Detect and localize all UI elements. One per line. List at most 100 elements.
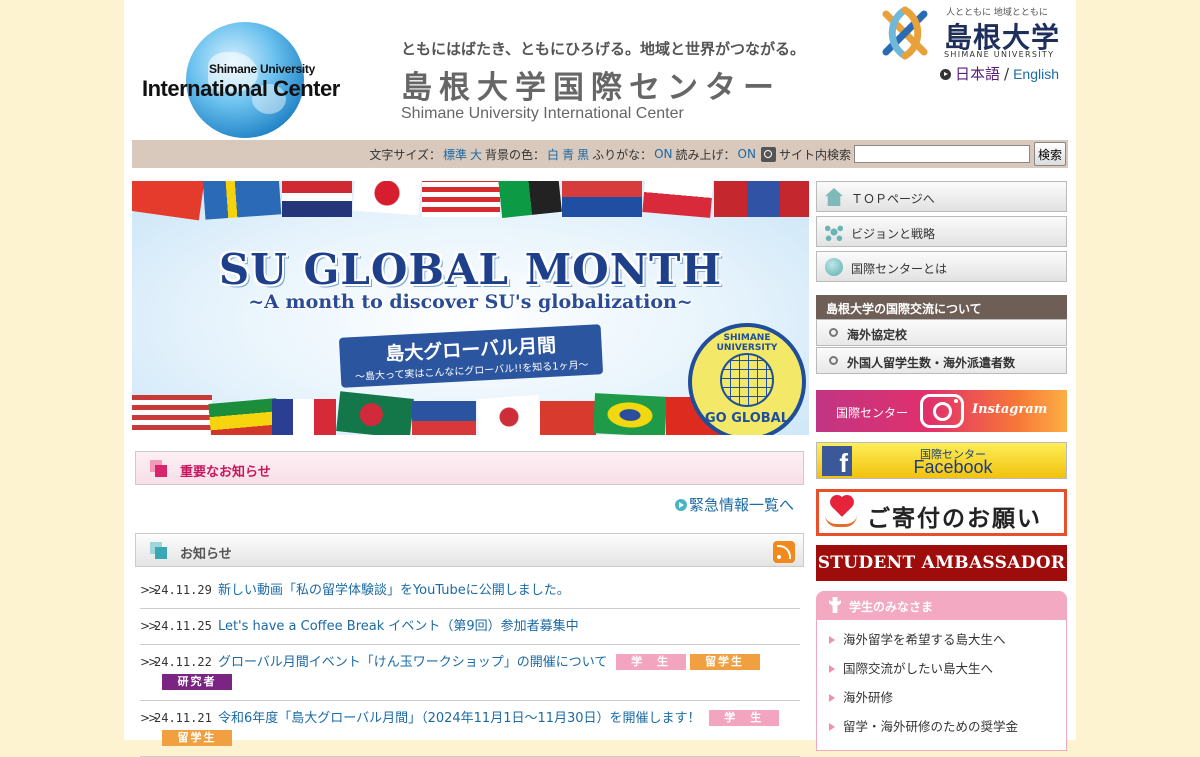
news-date: 24.11.22 — [154, 655, 212, 669]
news-item: 24.11.25 Let's have a Coffee Break イベント（… — [140, 609, 800, 645]
notices-icon — [150, 460, 168, 478]
lang-japanese-link[interactable]: 日本語 — [955, 65, 1000, 83]
emergency-info-link[interactable]: 緊急情報一覧へ — [674, 494, 794, 515]
intl-item-label: 外国人留学生数・海外派遣者数 — [847, 356, 1016, 370]
flag-decoration — [336, 391, 414, 435]
banner-ribbon: 島大グローバル月間 ～島大って実はこんなにグローバル!!を知る1ヶ月～ — [338, 324, 604, 388]
flag-decoration — [540, 401, 596, 435]
site-title-jp: 島根大学国際センター — [401, 70, 781, 106]
instagram-banner[interactable]: 国際センター Instagram — [816, 390, 1067, 432]
banner-title: SU GLOBAL MONTH — [218, 245, 723, 294]
instagram-label: 国際センター — [836, 406, 909, 420]
readout-label: 読み上げ： — [675, 147, 736, 162]
students-link[interactable]: 海外留学を希望する島大生へ — [817, 625, 1066, 654]
furigana-on-link[interactable]: ON — [654, 147, 672, 161]
flag-decoration — [208, 398, 280, 435]
logo-center-text[interactable]: International Center — [142, 76, 340, 102]
seal-globe-icon — [720, 353, 774, 407]
bg-white-link[interactable]: 白 — [547, 146, 559, 163]
important-notices-title: 重要なお知らせ — [180, 465, 271, 480]
nav-label: 国際センターとは — [851, 262, 948, 276]
rss-icon[interactable] — [773, 541, 795, 563]
logo-university-text[interactable]: Shimane University — [124, 62, 400, 76]
site-search-input[interactable] — [853, 145, 1030, 163]
go-global-seal-icon: SHIMANE UNIVERSITY GO GLOBAL — [688, 323, 806, 435]
flag-decoration — [498, 181, 562, 219]
flag-decoration — [642, 181, 714, 218]
flag-decoration — [352, 181, 422, 216]
tagline: ともにはばたき、ともにひろげる。地域と世界がつながる。 — [401, 40, 805, 58]
flag-decoration — [714, 181, 809, 217]
font-size-label: 文字サイズ： — [369, 147, 441, 162]
badge-student: 学 生 — [708, 710, 779, 726]
seal-top-text: SHIMANE UNIVERSITY — [716, 333, 778, 353]
news-item: 24.11.21 令和6年度「島大グローバル月間」（2024年11月1日～11月… — [140, 701, 800, 757]
furigana-label: ふりがな： — [592, 147, 653, 162]
banner-subtitle: ~A month to discover SU's globalization~ — [248, 291, 693, 313]
intl-student-counts[interactable]: 外国人留学生数・海外派遣者数 — [816, 347, 1067, 374]
instagram-wordmark: Instagram — [972, 402, 1048, 417]
student-ambassador-banner[interactable]: STUDENT AMBASSADOR — [816, 545, 1067, 581]
news-date: 24.11.25 — [154, 619, 212, 633]
news-date: 24.11.29 — [154, 583, 212, 597]
university-name-en: SHIMANE UNIVERSITY — [944, 50, 1055, 59]
site-title-en: Shimane University International Center — [401, 105, 684, 122]
flag-decoration — [132, 181, 205, 221]
play-arrow-icon — [674, 499, 687, 511]
students-link[interactable]: 海外研修 — [817, 683, 1066, 712]
students-header: 学生のみなさま — [817, 592, 1066, 620]
lang-english-link[interactable]: English — [1013, 66, 1059, 82]
students-link[interactable]: 留学・海外研修のための奨学金 — [817, 712, 1066, 741]
nav-label: ＴＯＰページへ — [851, 192, 935, 206]
heart-icon — [832, 497, 852, 517]
search-icon — [760, 146, 776, 162]
nav-about-center[interactable]: 国際センターとは — [816, 251, 1067, 282]
flag-decoration — [476, 394, 542, 435]
language-switch: 日本語 / English — [940, 63, 1059, 84]
lang-separator: / — [1004, 65, 1010, 83]
home-icon — [825, 188, 843, 206]
facebook-wordmark: Facebook — [913, 457, 993, 477]
search-button[interactable]: 検索 — [1033, 142, 1066, 166]
network-icon — [825, 223, 843, 241]
news-link[interactable]: 令和6年度「島大グローバル月間」（2024年11月1日～11月30日）を開催しま… — [218, 711, 701, 726]
news-header: お知らせ — [135, 533, 804, 567]
news-link[interactable]: 新しい動画「私の留学体験談」をYouTubeに公開しました。 — [218, 583, 570, 598]
bg-color-label: 背景の色： — [485, 147, 546, 162]
bg-black-link[interactable]: 黒 — [577, 146, 589, 163]
students-link[interactable]: 国際交流がしたい島大生へ — [817, 654, 1066, 683]
seal-bottom-text: GO GLOBAL — [704, 411, 790, 426]
students-header-label: 学生のみなさま — [849, 600, 934, 614]
instagram-camera-icon — [920, 394, 964, 428]
site-header: Shimane University International Center … — [124, 0, 1076, 140]
nav-vision-strategy[interactable]: ビジョンと戦略 — [816, 216, 1067, 247]
news-link[interactable]: Let's have a Coffee Break イベント（第9回）参加者募集… — [218, 619, 579, 634]
flag-decoration — [272, 399, 336, 435]
emergency-info-label[interactable]: 緊急情報一覧へ — [689, 496, 794, 514]
news-item: 24.11.22 グローバル月間イベント「けん玉ワークショップ」の開催について … — [140, 645, 800, 701]
nav-label: ビジョンと戦略 — [851, 227, 936, 241]
shimane-university-mark-icon[interactable] — [878, 6, 932, 60]
person-icon — [829, 597, 841, 613]
flag-decoration — [422, 181, 500, 217]
font-large-link[interactable]: 大 — [470, 146, 482, 163]
font-standard-link[interactable]: 標準 — [443, 146, 467, 163]
important-notices-header: 重要なお知らせ — [135, 451, 804, 485]
site-search-label: サイト内検索 — [778, 147, 851, 162]
intl-partner-schools[interactable]: 海外協定校 — [816, 319, 1067, 346]
news-link[interactable]: グローバル月間イベント「けん玉ワークショップ」の開催について — [218, 655, 607, 670]
readout-on-link[interactable]: ON — [738, 147, 756, 161]
flag-decoration — [562, 181, 642, 217]
global-month-banner[interactable]: SU GLOBAL MONTH ~A month to discover SU'… — [132, 181, 809, 435]
donation-banner[interactable]: ご寄付のお願い — [816, 489, 1067, 536]
globe-icon — [825, 258, 843, 276]
facebook-banner[interactable]: f 国際センター Facebook — [816, 442, 1067, 479]
flag-decoration — [202, 181, 282, 220]
bg-blue-link[interactable]: 青 — [562, 146, 574, 163]
nav-top-page[interactable]: ＴＯＰページへ — [816, 181, 1067, 212]
flag-decoration — [282, 181, 352, 217]
news-title: お知らせ — [180, 547, 232, 562]
hand-icon — [825, 515, 857, 527]
circle-bullet-icon — [829, 328, 838, 337]
intl-exchange-header: 島根大学の国際交流について — [816, 295, 1067, 319]
